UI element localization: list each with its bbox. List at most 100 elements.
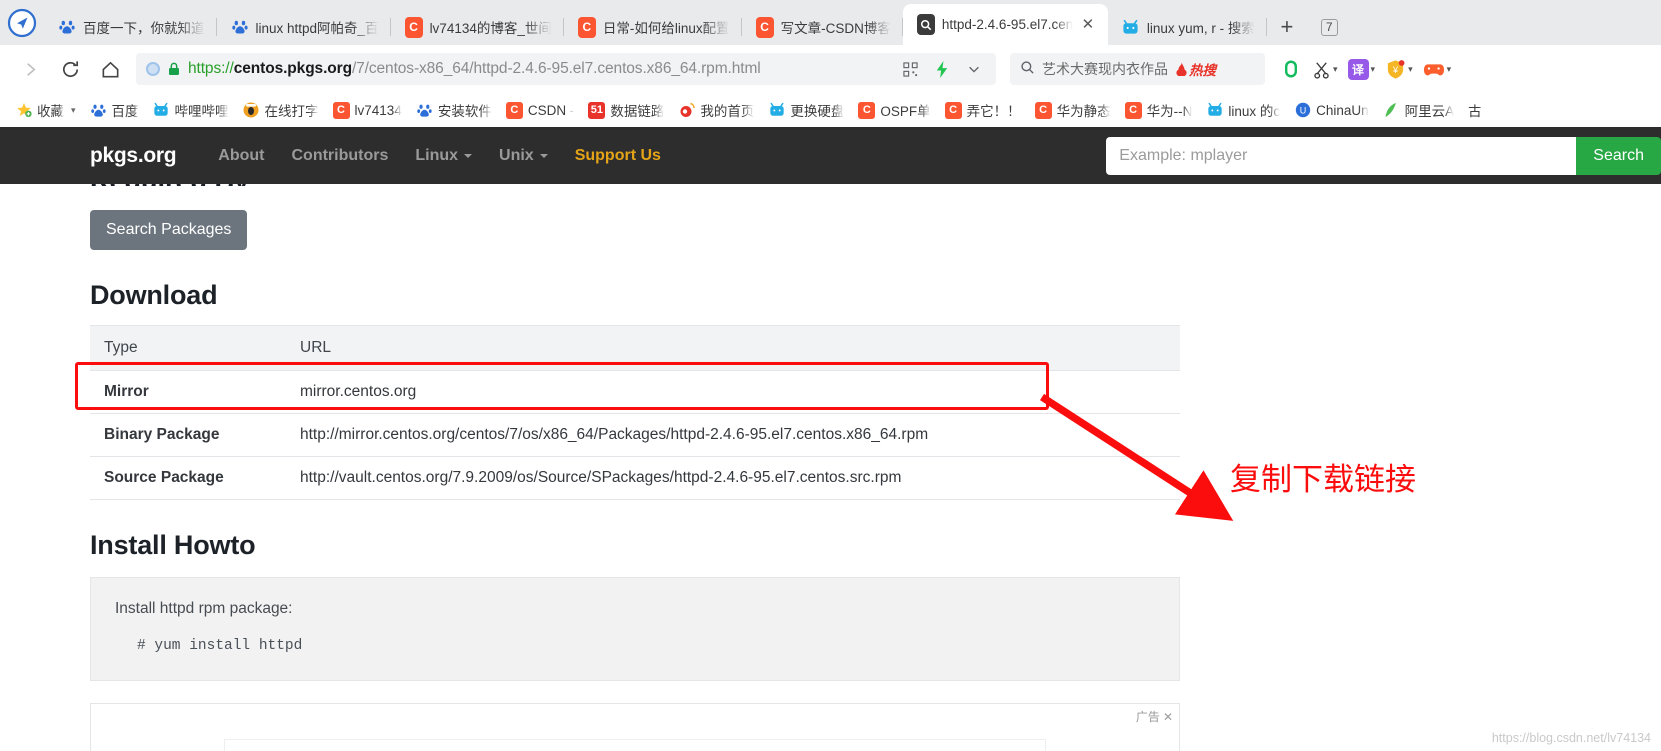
translate-icon[interactable]: 译 ▾ — [1345, 58, 1379, 80]
shield-yellow-icon[interactable]: ¥ ▾ — [1382, 59, 1416, 80]
csdn-icon: C — [404, 16, 423, 38]
chevron-down-icon — [539, 153, 548, 158]
install-howto-box: Install httpd rpm package: # yum install… — [90, 577, 1180, 681]
bookmark-label: OSPF单 — [880, 104, 931, 119]
csdn-icon: C — [1034, 101, 1052, 119]
ad-banner[interactable]: 亿速云服务器免备案CN2高速直连 — [224, 739, 1046, 751]
browser-tab[interactable]: C lv74134的博客_世间 — [391, 9, 564, 45]
search-icon — [1020, 60, 1035, 78]
bookmark-item[interactable]: C OSPF单 — [851, 98, 937, 122]
bilibili-icon — [768, 102, 785, 119]
bookmark-label: ChinaUn — [1316, 102, 1369, 118]
bookmark-item[interactable]: C lv74134 — [326, 100, 409, 121]
scissors-icon[interactable]: ▾ — [1309, 60, 1341, 79]
browser-tab[interactable]: C 日常-如何给linux配置 — [564, 9, 742, 45]
lightning-icon[interactable] — [931, 60, 954, 78]
site-brand[interactable]: pkgs.org — [90, 144, 177, 168]
qrcode-icon[interactable] — [898, 61, 923, 77]
hot-search-badge: 热搜 — [1175, 59, 1216, 79]
bookmark-item[interactable]: 百度 — [83, 98, 146, 122]
bookmark-label: 华为--N — [1146, 104, 1193, 119]
bookmark-item[interactable]: linux 的c — [1199, 98, 1287, 122]
tab-title: 百度一下，你就知道 — [83, 21, 205, 36]
baidu-icon — [58, 18, 76, 36]
bookmark-label: 安装软件 — [437, 104, 492, 119]
chevron-down-icon[interactable]: ▾ — [1371, 64, 1376, 75]
weibo-icon — [678, 102, 695, 119]
browser-search-box[interactable]: 艺术大赛现内衣作品 热搜 — [1010, 53, 1265, 85]
bookmark-item[interactable]: 我的首页 — [671, 98, 761, 122]
bookmark-item[interactable]: C 华为静态 — [1028, 98, 1118, 122]
nav-link-contributors[interactable]: Contributors — [291, 147, 388, 165]
bookmark-label: 阿里云A — [1404, 104, 1455, 119]
lock-icon — [168, 62, 180, 76]
row-url[interactable]: mirror.centos.org — [286, 370, 1180, 414]
browser-logo-icon[interactable] — [0, 0, 44, 45]
tab-count-badge[interactable]: 7 — [1320, 9, 1338, 45]
bookmark-item[interactable]: U ChinaUn — [1287, 100, 1376, 121]
reload-icon[interactable] — [50, 49, 90, 89]
url-host: centos.pkgs.org — [233, 60, 352, 77]
new-tab-button[interactable]: + — [1267, 9, 1307, 45]
search-query-text: 艺术大赛现内衣作品 — [1042, 61, 1168, 77]
bookmark-item[interactable]: 哔哩哔哩 — [146, 98, 236, 122]
address-text: https://centos.pkgs.org/7/centos-x86_64/… — [188, 60, 890, 78]
nav-link-unix[interactable]: Unix — [499, 147, 548, 165]
chevron-down-icon[interactable]: ▾ — [1408, 64, 1413, 75]
bookmark-item[interactable]: C 弄它！！ — [938, 98, 1028, 122]
bookmark-label: 哔哩哔哩 — [174, 104, 229, 119]
bookmark-folder-root[interactable]: 收藏 ▾ — [8, 98, 83, 122]
bookmark-item[interactable]: 在线打字 — [236, 98, 326, 122]
site-search-button[interactable]: Search — [1576, 136, 1661, 175]
bilibili-icon — [1122, 18, 1140, 36]
bookmark-item[interactable]: C CSDN - — [499, 100, 582, 121]
search-packages-button[interactable]: Search Packages — [90, 210, 248, 250]
tab-title: linux httpd阿帕奇_百 — [255, 21, 379, 36]
csdn-icon: C — [755, 16, 774, 38]
chevron-down-icon[interactable]: ▾ — [71, 105, 76, 116]
browser-tab-active[interactable]: httpd-2.4.6-95.el7.cen ✕ — [902, 4, 1108, 45]
close-icon[interactable]: ✕ — [1163, 710, 1173, 724]
translate-glyph: 译 — [1347, 58, 1369, 80]
advertisement-block: 广告 ✕ 亿速云服务器免备案CN2高速直连 — [90, 703, 1180, 751]
pill-green-icon[interactable] — [1277, 58, 1305, 80]
bookmark-label: 华为静态 — [1056, 104, 1111, 119]
chevron-down-icon[interactable]: ▾ — [1447, 64, 1452, 75]
omnibox[interactable]: https://centos.pkgs.org/7/centos-x86_64/… — [136, 53, 996, 85]
svg-text:U: U — [1299, 106, 1306, 116]
chevron-down-icon[interactable]: ▾ — [1333, 64, 1338, 75]
column-header-type: Type — [90, 325, 286, 371]
address-bar-row: https://centos.pkgs.org/7/centos-x86_64/… — [0, 45, 1661, 93]
forward-icon[interactable] — [10, 49, 50, 89]
row-url[interactable]: http://vault.centos.org/7.9.2009/os/Sour… — [286, 456, 1180, 500]
bookmark-item[interactable]: C 华为--N — [1118, 98, 1200, 122]
browser-tab[interactable]: 百度一下，你就知道 — [44, 9, 217, 45]
ad-label: 广告 ✕ — [1136, 708, 1173, 725]
download-table: Type URL Mirror mirror.centos.org Binary… — [90, 325, 1180, 500]
browser-tab[interactable]: linux httpd阿帕奇_百 — [217, 9, 391, 45]
bookmark-item[interactable]: 古 — [1461, 98, 1489, 122]
bookmark-item[interactable]: 阿里云A — [1376, 98, 1462, 122]
game-controller-icon[interactable]: ▾ — [1420, 59, 1455, 79]
browser-tab[interactable]: linux yum, r - 搜索 — [1108, 9, 1267, 45]
bookmark-label: linux 的c — [1228, 104, 1281, 119]
browser-tab[interactable]: C 写文章-CSDN博客 — [742, 9, 903, 45]
svg-text:¥: ¥ — [1392, 64, 1399, 74]
annotation-note-text: 复制下载链接 — [1230, 462, 1416, 497]
row-url[interactable]: http://mirror.centos.org/centos/7/os/x86… — [286, 413, 1180, 457]
chevron-down-icon[interactable] — [962, 62, 986, 76]
close-icon[interactable]: ✕ — [1080, 16, 1096, 33]
bookmark-item[interactable]: 51 数据链路 — [581, 98, 671, 122]
nav-link-about[interactable]: About — [218, 147, 264, 165]
bookmark-label: 数据链路 — [610, 104, 665, 119]
bookmark-item[interactable]: 安装软件 — [409, 98, 499, 122]
nav-link-linux[interactable]: Linux — [415, 147, 473, 165]
csdn-icon: C — [577, 16, 596, 38]
page-viewport: pkgs.org About Contributors Linux Unix S… — [0, 127, 1661, 751]
nav-link-label: About — [218, 146, 265, 164]
bookmark-item[interactable]: 更换硬盘 — [761, 98, 851, 122]
translate-label: 译 — [1352, 62, 1365, 77]
nav-link-support-us[interactable]: Support Us — [575, 147, 661, 165]
home-icon[interactable] — [90, 49, 130, 89]
site-search-input[interactable] — [1106, 136, 1577, 175]
